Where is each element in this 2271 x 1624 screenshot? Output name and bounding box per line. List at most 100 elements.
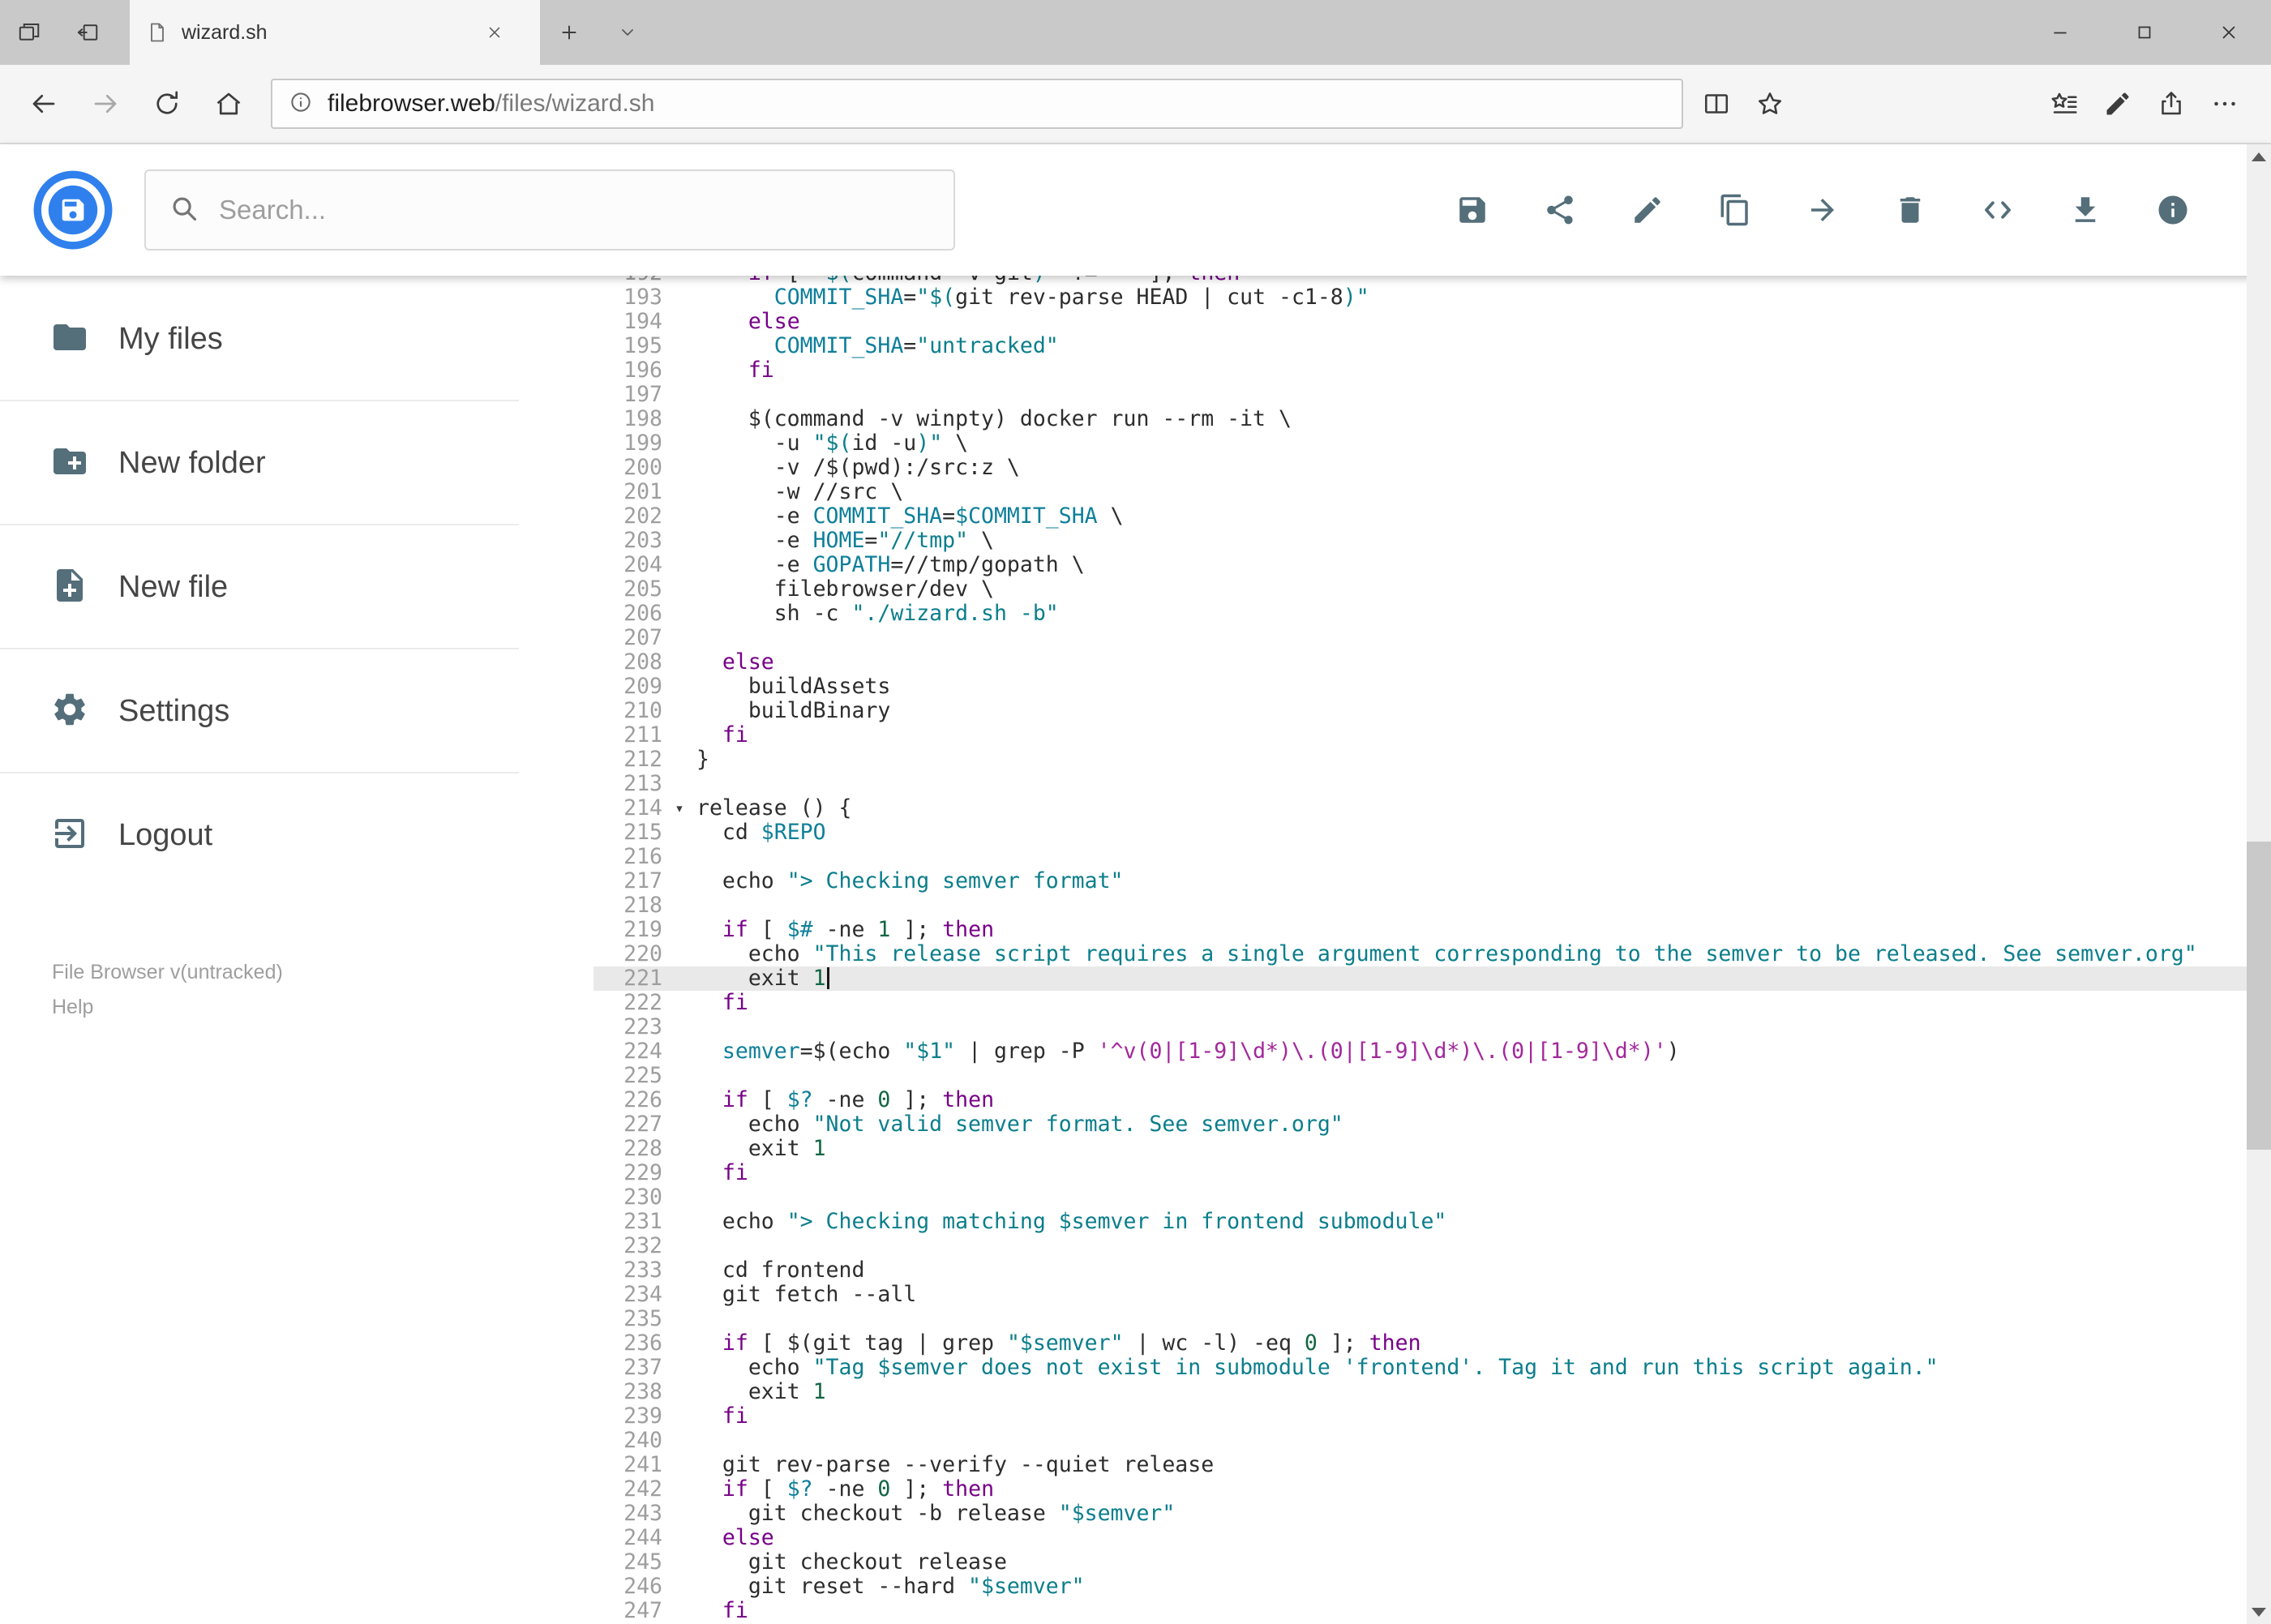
close-window-button[interactable] [2187, 0, 2271, 65]
code-line[interactable]: 230 [593, 1185, 2247, 1210]
code-line[interactable]: 224 semver=$(echo "$1" | grep -P '^v(0|[… [593, 1039, 2247, 1064]
search-box[interactable] [144, 169, 955, 251]
web-note-pen-icon[interactable] [2091, 73, 2145, 135]
refresh-button[interactable] [136, 73, 198, 135]
code-line[interactable]: 235 [593, 1307, 2247, 1331]
code-line[interactable]: 233 cd frontend [593, 1258, 2247, 1283]
info-icon[interactable] [2147, 184, 2199, 236]
filebrowser-logo[interactable] [32, 169, 114, 251]
code-line[interactable]: 199 -u "$(id -u)" \ [593, 431, 2247, 456]
code-line[interactable]: 222 fi [593, 991, 2247, 1015]
reading-view-icon[interactable] [1690, 73, 1743, 135]
code-line[interactable]: 195 COMMIT_SHA="untracked" [593, 334, 2247, 358]
vertical-scrollbar[interactable] [2247, 144, 2271, 1624]
code-line[interactable]: 208 else [593, 650, 2247, 675]
move-arrow-icon[interactable] [1797, 184, 1849, 236]
code-line[interactable]: 231 echo "> Checking matching $semver in… [593, 1210, 2247, 1234]
save-icon[interactable] [1446, 184, 1498, 236]
code-line[interactable]: 197 [593, 383, 2247, 407]
fold-marker-icon[interactable]: ▾ [662, 796, 696, 821]
search-input[interactable] [219, 195, 931, 225]
favorite-star-icon[interactable] [1743, 73, 1797, 135]
site-info-icon[interactable] [289, 90, 313, 118]
code-line[interactable]: 217 echo "> Checking semver format" [593, 869, 2247, 893]
code-line[interactable]: 216 [593, 845, 2247, 869]
maximize-button[interactable] [2102, 0, 2187, 65]
code-line[interactable]: 214 ▾ release () { [593, 796, 2247, 821]
code-line[interactable]: 242 if [ $? -ne 0 ]; then [593, 1477, 2247, 1502]
code-line[interactable]: 194 else [593, 310, 2247, 334]
code-line[interactable]: 202 -e COMMIT_SHA=$COMMIT_SHA \ [593, 504, 2247, 529]
scroll-up-icon[interactable] [2247, 144, 2271, 169]
hub-favorites-icon[interactable] [2037, 73, 2091, 135]
code-line[interactable]: 209 buildAssets [593, 675, 2247, 699]
scroll-down-icon[interactable] [2247, 1600, 2271, 1624]
code-line[interactable]: 207 [593, 626, 2247, 650]
code-line[interactable]: 220 echo "This release script requires a… [593, 942, 2247, 966]
code-line[interactable]: 212} [593, 748, 2247, 772]
download-icon[interactable] [2059, 184, 2111, 236]
code-line[interactable]: 215 cd $REPO [593, 821, 2247, 845]
copy-icon[interactable] [1709, 184, 1761, 236]
code-editor[interactable]: 192 if [ "$(command -v git)" != "" ]; th… [593, 276, 2247, 1624]
code-line[interactable]: 228 exit 1 [593, 1137, 2247, 1161]
share-icon[interactable] [1534, 184, 1586, 236]
code-line[interactable]: 201 -w //src \ [593, 480, 2247, 504]
code-line[interactable]: 240 [593, 1429, 2247, 1453]
code-line[interactable]: 245 git checkout release [593, 1550, 2247, 1575]
ellipsis-menu-icon[interactable] [2198, 73, 2252, 135]
code-line[interactable]: 213 [593, 772, 2247, 796]
code-line[interactable]: 234 git fetch --all [593, 1283, 2247, 1307]
tab-list-chevron-icon[interactable] [598, 0, 657, 65]
browser-tab[interactable]: wizard.sh [130, 0, 540, 65]
code-line[interactable]: 226 if [ $? -ne 0 ]; then [593, 1088, 2247, 1112]
code-line[interactable]: 200 -v /$(pwd):/src:z \ [593, 456, 2247, 480]
code-line[interactable]: 243 git checkout -b release "$semver" [593, 1502, 2247, 1526]
back-button[interactable] [13, 73, 75, 135]
source-code-icon[interactable] [1972, 184, 2024, 236]
code-line[interactable]: 196 fi [593, 358, 2247, 383]
code-line[interactable]: 227 echo "Not valid semver format. See s… [593, 1112, 2247, 1137]
address-bar[interactable]: filebrowser.web/files/wizard.sh [271, 79, 1683, 129]
sidebar-item-settings[interactable]: Settings [0, 649, 593, 773]
forward-button[interactable] [75, 73, 136, 135]
code-line[interactable]: 203 -e HOME="//tmp" \ [593, 529, 2247, 553]
code-line[interactable]: 210 buildBinary [593, 699, 2247, 723]
code-line[interactable]: 198 $(command -v winpty) docker run --rm… [593, 407, 2247, 431]
sidebar-item-my-files[interactable]: My files [0, 277, 593, 401]
sidebar-item-logout[interactable]: Logout [0, 773, 593, 898]
code-line[interactable]: 205 filebrowser/dev \ [593, 577, 2247, 602]
rename-pencil-icon[interactable] [1622, 184, 1673, 236]
code-line[interactable]: 239 fi [593, 1404, 2247, 1429]
code-line[interactable]: 193 COMMIT_SHA="$(git rev-parse HEAD | c… [593, 285, 2247, 310]
code-line[interactable]: 204 -e GOPATH=//tmp/gopath \ [593, 553, 2247, 577]
code-line[interactable]: 246 git reset --hard "$semver" [593, 1575, 2247, 1599]
home-button[interactable] [198, 73, 259, 135]
tab-preview-icon[interactable] [0, 0, 58, 65]
code-line[interactable]: 244 else [593, 1526, 2247, 1550]
new-tab-button[interactable] [540, 0, 598, 65]
code-line[interactable]: 219 if [ $# -ne 1 ]; then [593, 918, 2247, 942]
code-line[interactable]: 221 exit 1 [593, 966, 2247, 991]
code-line[interactable]: 223 [593, 1015, 2247, 1039]
delete-trash-icon[interactable] [1884, 184, 1936, 236]
code-line[interactable]: 236 if [ $(git tag | grep "$semver" | wc… [593, 1331, 2247, 1356]
scrollbar-thumb[interactable] [2247, 842, 2271, 1150]
code-line[interactable]: 238 exit 1 [593, 1380, 2247, 1404]
code-line[interactable]: 229 fi [593, 1161, 2247, 1185]
code-line[interactable]: 211 fi [593, 723, 2247, 748]
code-line[interactable]: 247 fi [593, 1599, 2247, 1623]
tabs-aside-icon[interactable] [58, 0, 117, 65]
code-line[interactable]: 232 [593, 1234, 2247, 1258]
help-link[interactable]: Help [52, 996, 593, 1019]
code-line[interactable]: 218 [593, 893, 2247, 918]
tab-close-icon[interactable] [465, 24, 524, 41]
code-line[interactable]: 237 echo "Tag $semver does not exist in … [593, 1356, 2247, 1380]
code-line[interactable]: 241 git rev-parse --verify --quiet relea… [593, 1453, 2247, 1477]
minimize-button[interactable] [2018, 0, 2102, 65]
sidebar-item-new-file[interactable]: New file [0, 525, 593, 649]
code-line[interactable]: 206 sh -c "./wizard.sh -b" [593, 602, 2247, 626]
share-page-icon[interactable] [2145, 73, 2198, 135]
sidebar-item-new-folder[interactable]: New folder [0, 401, 593, 525]
code-line[interactable]: 225 [593, 1064, 2247, 1088]
